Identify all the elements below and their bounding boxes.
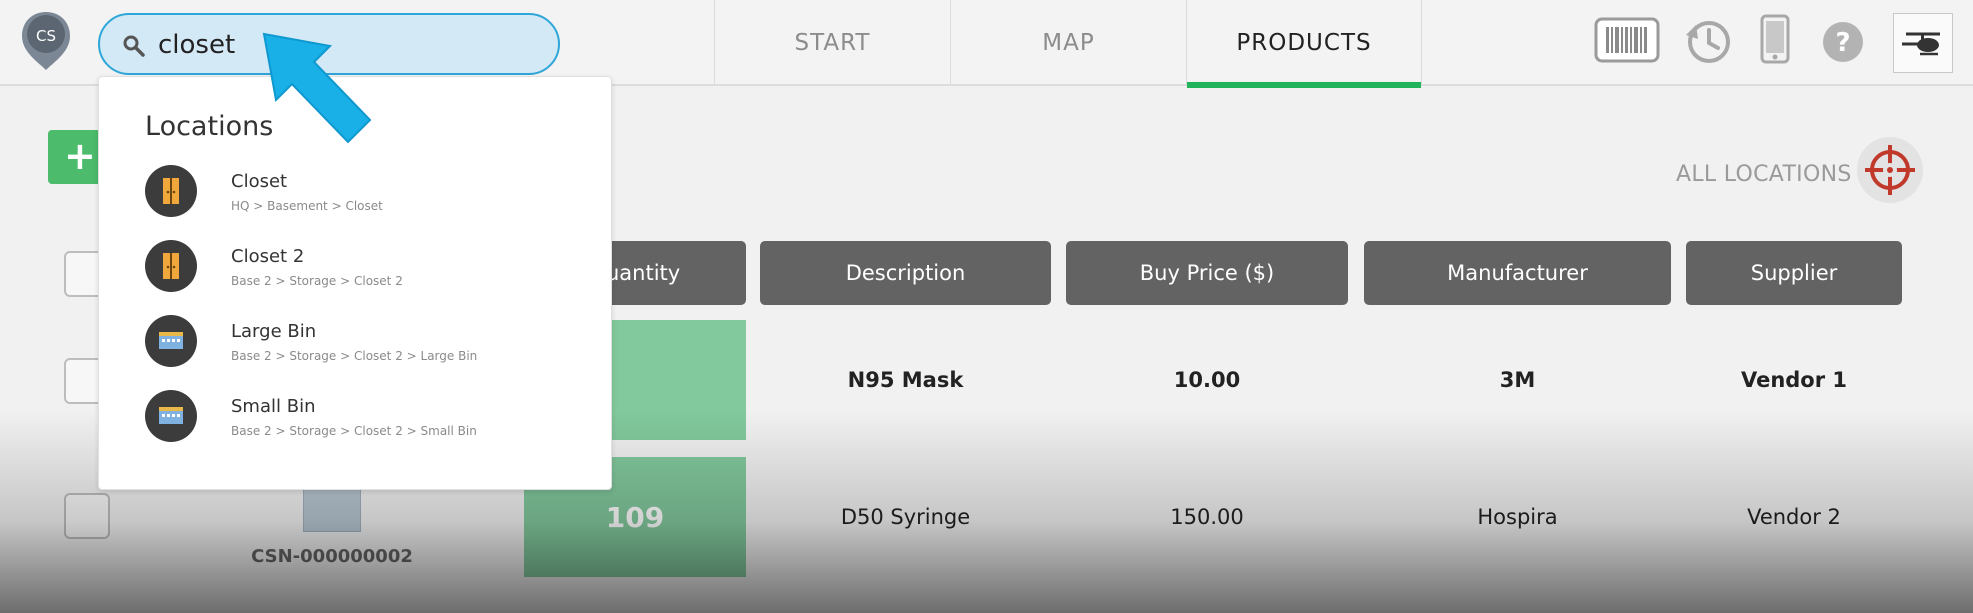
tab-products[interactable]: PRODUCTS bbox=[1186, 0, 1422, 88]
logo-text: CS bbox=[36, 27, 56, 45]
help-icon[interactable]: ? bbox=[1822, 21, 1864, 63]
pointer-arrow-icon bbox=[262, 32, 372, 144]
location-path: HQ > Basement > Closet bbox=[231, 199, 383, 213]
tab-map[interactable]: MAP bbox=[950, 0, 1186, 86]
supplier-cell: Vendor 1 bbox=[1740, 368, 1848, 392]
column-header-description[interactable]: Description bbox=[760, 241, 1051, 305]
manufacturer-cell: Hospira bbox=[1477, 505, 1558, 529]
helicopter-icon bbox=[1902, 32, 1940, 56]
sku-label: CSN-000000002 bbox=[251, 546, 413, 567]
supplier-cell: Vendor 2 bbox=[1747, 505, 1841, 529]
mobile-icon[interactable] bbox=[1760, 14, 1790, 64]
location-result-item[interactable]: Closet HQ > Basement > Closet bbox=[145, 165, 585, 235]
location-name: Large Bin bbox=[231, 321, 317, 342]
price-cell: 150.00 bbox=[1170, 505, 1244, 529]
nav-tabs: START MAP PRODUCTS bbox=[714, 0, 1422, 88]
bin-icon bbox=[145, 315, 197, 367]
barcode-icon[interactable] bbox=[1594, 17, 1660, 63]
app-logo[interactable]: CS bbox=[20, 10, 72, 72]
row-checkbox[interactable] bbox=[64, 493, 110, 539]
tab-start[interactable]: START bbox=[714, 0, 950, 86]
location-filter-button[interactable] bbox=[1857, 137, 1923, 203]
svg-text:?: ? bbox=[1835, 28, 1850, 58]
product-thumbnail[interactable] bbox=[303, 484, 361, 532]
description-cell: D50 Syringe bbox=[840, 505, 971, 529]
location-name: Small Bin bbox=[231, 396, 316, 417]
column-header-manufacturer[interactable]: Manufacturer bbox=[1364, 241, 1671, 305]
location-path: Base 2 > Storage > Closet 2 bbox=[231, 274, 403, 288]
closet-icon bbox=[145, 165, 197, 217]
manufacturer-cell: 3M bbox=[1499, 368, 1536, 392]
price-cell: 10.00 bbox=[1173, 368, 1241, 392]
location-result-item[interactable]: Closet 2 Base 2 > Storage > Closet 2 bbox=[145, 240, 585, 310]
location-name: Closet bbox=[231, 171, 288, 192]
helicopter-button[interactable] bbox=[1893, 13, 1953, 73]
location-result-item[interactable]: Small Bin Base 2 > Storage > Closet 2 > … bbox=[145, 390, 585, 460]
search-icon bbox=[123, 35, 145, 57]
bin-icon bbox=[145, 390, 197, 442]
app-root: CS START MAP PRODUCTS bbox=[0, 0, 1973, 613]
location-path: Base 2 > Storage > Closet 2 > Small Bin bbox=[231, 424, 477, 438]
crosshair-icon bbox=[1865, 145, 1915, 195]
history-icon[interactable] bbox=[1684, 17, 1732, 65]
description-cell: N95 Mask bbox=[847, 368, 964, 392]
all-locations-label[interactable]: ALL LOCATIONS bbox=[1676, 162, 1852, 187]
column-header-supplier[interactable]: Supplier bbox=[1686, 241, 1902, 305]
location-result-item[interactable]: Large Bin Base 2 > Storage > Closet 2 > … bbox=[145, 315, 585, 385]
location-path: Base 2 > Storage > Closet 2 > Large Bin bbox=[231, 349, 478, 363]
location-name: Closet 2 bbox=[231, 246, 305, 267]
column-header-buy-price[interactable]: Buy Price ($) bbox=[1066, 241, 1348, 305]
closet-icon bbox=[145, 240, 197, 292]
